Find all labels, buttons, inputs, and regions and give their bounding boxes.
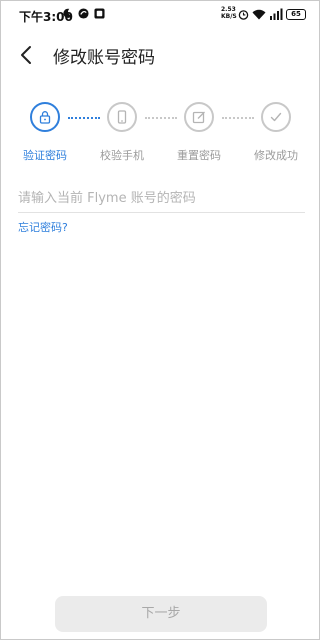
lock-icon <box>39 111 51 124</box>
network-speed-value: 2.53 <box>221 6 236 13</box>
check-icon <box>270 112 282 122</box>
signal-icon <box>270 8 283 20</box>
status-bar: 下午3:00 2.53 KB/S 65 <box>1 1 319 29</box>
step-connector-3 <box>222 117 254 119</box>
moon-icon <box>63 8 73 18</box>
back-button[interactable] <box>15 43 39 67</box>
network-speed-unit: KB/S <box>221 13 237 20</box>
edit-icon <box>192 111 205 124</box>
network-speed: 2.53 KB/S <box>221 6 237 20</box>
step-success <box>261 102 291 132</box>
battery-indicator: 65 <box>286 9 306 20</box>
phone-icon <box>117 110 127 124</box>
forgot-password-link[interactable]: 忘记密码? <box>18 219 68 235</box>
app-notification-icon-2 <box>94 8 105 19</box>
step-connector-2 <box>145 117 177 119</box>
step-label-verify-phone: 校验手机 <box>100 149 144 162</box>
step-label-success: 修改成功 <box>254 149 298 162</box>
step-label-verify-password: 验证密码 <box>23 149 67 162</box>
step-reset-password <box>184 102 214 132</box>
step-verify-password <box>30 102 60 132</box>
step-label-reset-password: 重置密码 <box>177 149 221 162</box>
alarm-icon <box>238 10 249 20</box>
step-verify-phone <box>107 102 137 132</box>
next-button[interactable]: 下一步 <box>55 596 267 632</box>
password-input[interactable] <box>18 185 305 213</box>
wifi-icon <box>252 9 266 20</box>
app-notification-icon <box>78 8 89 19</box>
page-title: 修改账号密码 <box>53 48 155 68</box>
step-connector-1 <box>68 117 100 119</box>
